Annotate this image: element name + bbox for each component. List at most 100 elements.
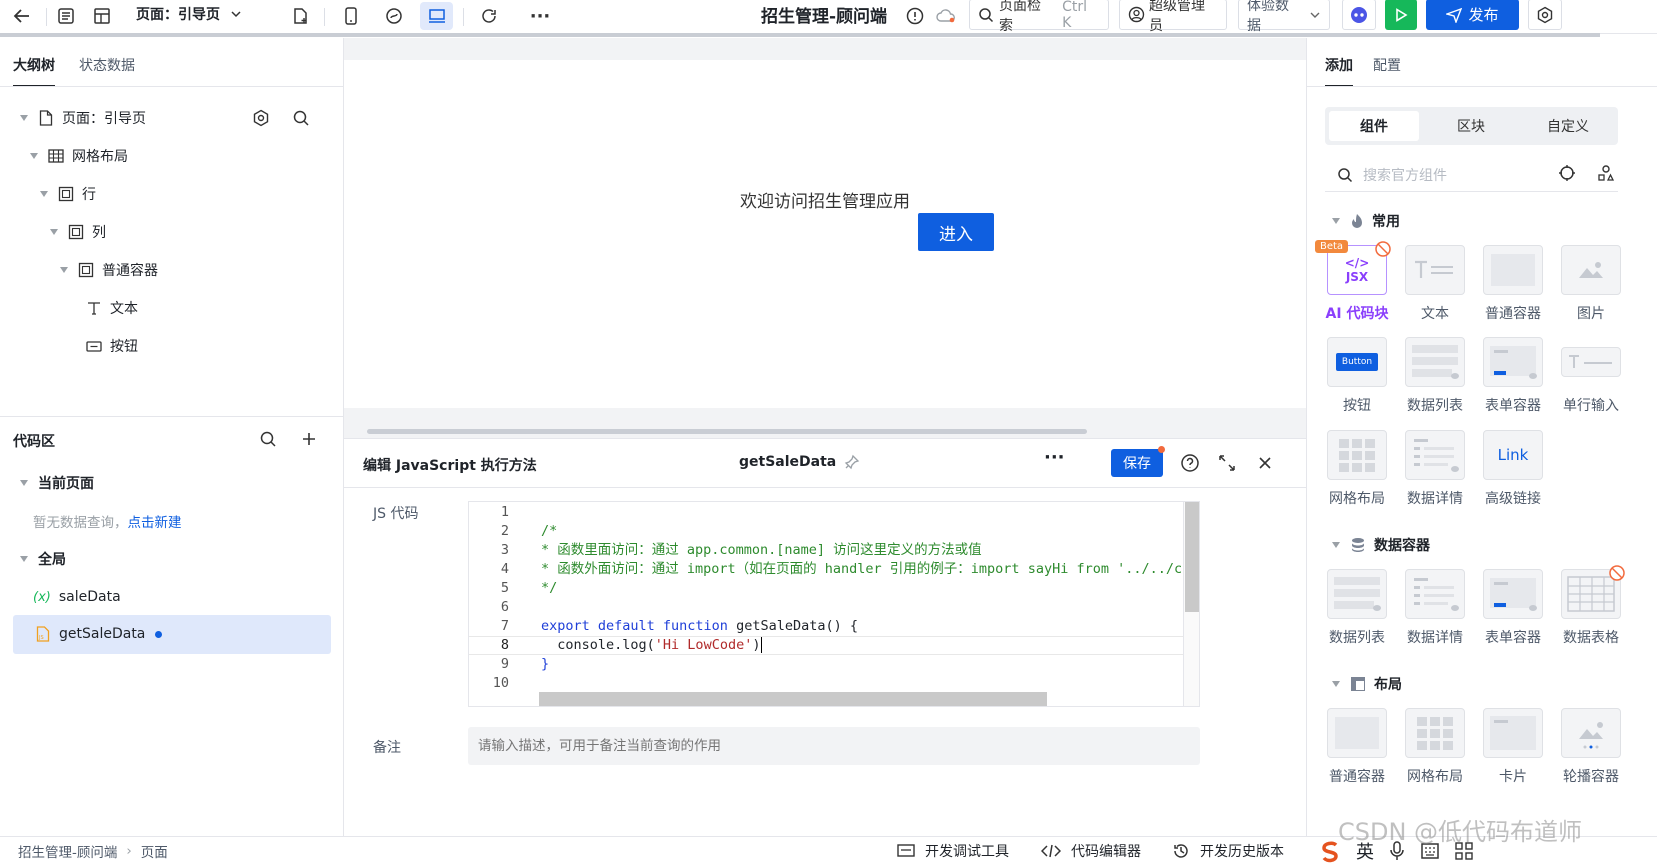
remark-input[interactable] <box>468 727 1200 765</box>
tree-node-button[interactable]: 按钮 <box>86 333 138 359</box>
history-button[interactable]: 开发历史版本 <box>1172 841 1284 861</box>
horizontal-code-scrollbar[interactable] <box>539 692 1047 706</box>
component-ai-code-block[interactable]: Beta </> JSX AI 代码块 <box>1315 240 1397 323</box>
preview-button[interactable] <box>1385 0 1417 30</box>
welcome-text[interactable]: 欢迎访问招生管理应用 <box>344 187 1306 212</box>
component-form-container[interactable]: 表单容器 <box>1473 337 1553 415</box>
breadcrumb-item[interactable]: 招生管理-顾问端 <box>18 841 117 861</box>
close-icon[interactable] <box>1256 454 1274 472</box>
section-common[interactable]: 常用 <box>1332 211 1400 231</box>
segment-blocks[interactable]: 区块 <box>1426 111 1516 141</box>
save-button[interactable]: 保存 <box>1111 446 1165 477</box>
component-card[interactable]: 卡片 <box>1473 708 1553 786</box>
global-group[interactable]: 全局 <box>20 546 66 572</box>
component-data-list[interactable]: 数据列表 <box>1317 569 1397 647</box>
component-label: 数据详情 <box>1407 491 1463 507</box>
cloud-sync-icon[interactable] <box>933 2 959 30</box>
enter-button[interactable]: 进入 <box>918 213 994 251</box>
tab-config[interactable]: 配置 <box>1373 55 1401 75</box>
component-container[interactable]: 普通容器 <box>1473 245 1553 323</box>
tree-node-page[interactable]: 页面：引导页 <box>20 105 340 131</box>
expand-icon[interactable] <box>1218 454 1236 472</box>
search-icon <box>978 7 994 23</box>
component-image[interactable]: 图片 <box>1551 245 1631 323</box>
component-grid-layout[interactable]: 网格布局 <box>1317 430 1397 508</box>
code-item-saledata[interactable]: (x) saleData <box>33 584 121 610</box>
component-form-container[interactable]: 表单容器 <box>1473 569 1553 647</box>
tab-state-data[interactable]: 状态数据 <box>79 55 135 75</box>
publish-button[interactable]: 发布 <box>1426 0 1519 30</box>
environment-select[interactable]: 体验数据 <box>1238 0 1330 34</box>
debug-tools-button[interactable]: 开发调试工具 <box>897 841 1009 861</box>
page-icon <box>38 110 54 126</box>
form-container-icon <box>1483 337 1543 387</box>
component-data-table[interactable]: 数据表格 <box>1551 565 1631 647</box>
component-data-list[interactable]: 数据列表 <box>1395 337 1475 415</box>
pin-icon[interactable] <box>844 454 860 470</box>
tab-outline[interactable]: 大纲树 <box>13 55 55 87</box>
component-label: 网格布局 <box>1407 769 1463 785</box>
current-page-group[interactable]: 当前页面 <box>20 470 94 496</box>
refresh-icon[interactable] <box>476 2 502 30</box>
tab-add[interactable]: 添加 <box>1325 55 1353 87</box>
mobile-view-icon[interactable] <box>338 2 364 30</box>
horizontal-scrollbar[interactable] <box>367 429 1087 434</box>
code-brackets-icon <box>1041 843 1061 859</box>
vertical-scrollbar[interactable] <box>1183 502 1199 706</box>
component-tree-icon[interactable] <box>1597 164 1615 182</box>
component-data-detail[interactable]: 数据详情 <box>1395 430 1475 508</box>
page-list-icon[interactable] <box>52 2 80 30</box>
component-label: 文本 <box>1421 306 1449 322</box>
more-icon[interactable]: ··· <box>527 2 553 30</box>
segment-components[interactable]: 组件 <box>1329 111 1419 141</box>
component-button[interactable]: Button 按钮 <box>1317 337 1397 415</box>
component-advanced-link[interactable]: Link 高级链接 <box>1473 430 1553 508</box>
gear-icon[interactable] <box>252 109 270 127</box>
tree-node-column[interactable]: 列 <box>50 219 106 245</box>
code-comment: */ <box>541 580 558 596</box>
editor-title: 编辑 JavaScript 执行方法 <box>363 458 537 474</box>
component-data-detail[interactable]: 数据详情 <box>1395 569 1475 647</box>
create-query-link[interactable]: 点击新建 <box>128 515 182 531</box>
tree-node-row[interactable]: 行 <box>40 181 96 207</box>
new-page-icon[interactable] <box>287 2 313 30</box>
help-icon[interactable] <box>1180 453 1200 473</box>
section-layout[interactable]: 布局 <box>1332 674 1402 694</box>
tree-node-grid[interactable]: 网格布局 <box>30 143 128 169</box>
component-single-input[interactable]: 单行输入 <box>1551 337 1631 415</box>
component-search-placeholder: 搜索官方组件 <box>1363 167 1447 184</box>
segment-custom[interactable]: 自定义 <box>1523 111 1613 141</box>
back-arrow-icon[interactable] <box>8 2 36 30</box>
desktop-view-icon[interactable] <box>420 2 453 30</box>
layout-icon[interactable] <box>88 2 116 30</box>
component-grid-layout[interactable]: 网格布局 <box>1395 708 1475 786</box>
user-menu[interactable]: 超级管理员 <box>1119 0 1227 34</box>
warning-icon[interactable] <box>903 2 927 30</box>
top-progress-bar <box>0 33 1600 37</box>
page-artboard[interactable]: 欢迎访问招生管理应用 进入 <box>344 60 1306 408</box>
code-editor[interactable]: 1 2/* 3 * 函数里面访问：通过 app.common.[name] 访问这… <box>468 501 1200 707</box>
component-container[interactable]: 普通容器 <box>1317 708 1397 786</box>
search-icon[interactable] <box>259 430 277 448</box>
component-carousel[interactable]: 轮播容器 <box>1551 708 1631 786</box>
page-selector[interactable]: 页面：引导页 <box>136 3 242 25</box>
gear-icon <box>1536 6 1554 24</box>
breadcrumb-item[interactable]: 页面 <box>141 841 168 861</box>
section-data-container[interactable]: 数据容器 <box>1332 535 1430 555</box>
left-panel: 大纲树 状态数据 页面：引导页 网格布局 行 列 普通容器 文本 按钮 代码区 <box>0 38 344 836</box>
tree-node-text[interactable]: 文本 <box>86 295 138 321</box>
tree-node-container[interactable]: 普通容器 <box>60 257 158 283</box>
settings-button[interactable] <box>1528 0 1562 30</box>
code-item-getsaledata-row[interactable]: JS getSaleData <box>35 621 163 647</box>
code-editor-button[interactable]: 代码编辑器 <box>1041 841 1141 861</box>
section-title: 常用 <box>1372 214 1400 230</box>
add-icon[interactable] <box>300 430 318 448</box>
miniprogram-view-icon[interactable] <box>381 2 407 30</box>
page-search-button[interactable]: 页面检索 Ctrl K <box>969 0 1109 34</box>
search-shortcut: Ctrl K <box>1062 0 1087 31</box>
search-icon[interactable] <box>292 109 310 127</box>
ai-assistant-button[interactable] <box>1342 0 1376 30</box>
component-text[interactable]: 文本 <box>1395 245 1475 323</box>
locate-icon[interactable] <box>1558 164 1576 182</box>
more-icon[interactable]: ··· <box>1044 447 1065 468</box>
